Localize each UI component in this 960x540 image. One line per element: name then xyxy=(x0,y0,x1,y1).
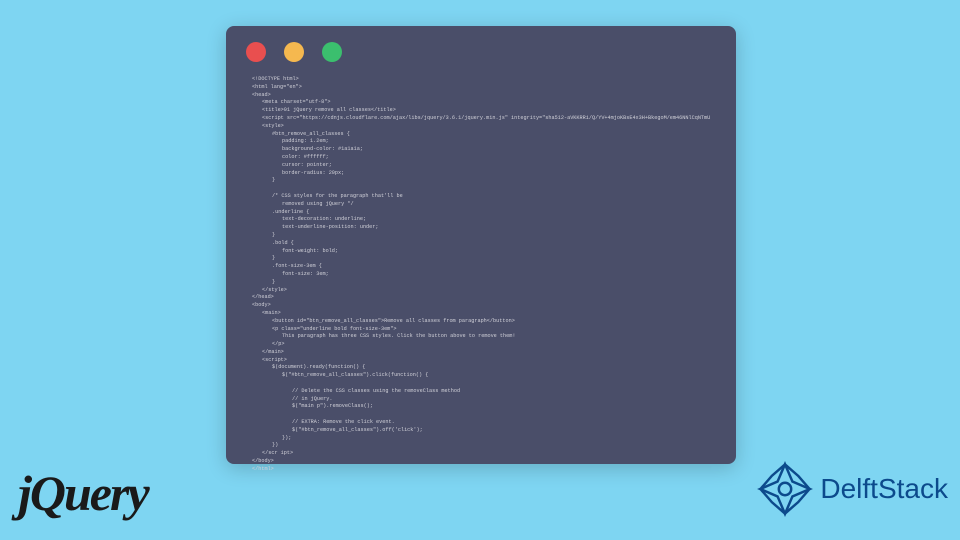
code-line: text-underline-position: under; xyxy=(252,224,710,232)
code-editor-window: <!DOCTYPE html><html lang="en"><head><me… xyxy=(226,26,736,464)
code-line xyxy=(252,380,710,388)
code-line: /* CSS styles for the paragraph that'll … xyxy=(252,193,710,201)
code-line: <!DOCTYPE html> xyxy=(252,76,710,84)
code-line: <main> xyxy=(252,310,710,318)
code-line: text-decoration: underline; xyxy=(252,216,710,224)
code-line: <button id="btn_remove_all_classes">Remo… xyxy=(252,318,710,326)
maximize-button[interactable] xyxy=(322,42,342,62)
star-icon xyxy=(754,458,816,520)
code-line: $(document).ready(function() { xyxy=(252,364,710,372)
jquery-logo: jQuery xyxy=(18,464,148,522)
code-line: border-radius: 20px; xyxy=(252,170,710,178)
code-line: // EXTRA: Remove the click event. xyxy=(252,419,710,427)
code-line: }); xyxy=(252,435,710,443)
delftstack-text: DelftStack xyxy=(820,473,948,505)
code-line: <style> xyxy=(252,123,710,131)
code-line: } xyxy=(252,255,710,263)
code-line: <p class="underline bold font-size-3em"> xyxy=(252,326,710,334)
code-line: $("#btn_remove_all_classes").click(funct… xyxy=(252,372,710,380)
code-line: </main> xyxy=(252,349,710,357)
code-line: <body> xyxy=(252,302,710,310)
code-line: .underline { xyxy=(252,209,710,217)
code-line: } xyxy=(252,279,710,287)
code-line: font-weight: bold; xyxy=(252,248,710,256)
code-line: $("main p").removeClass(); xyxy=(252,403,710,411)
code-line: <script src="https://cdnjs.cloudflare.co… xyxy=(252,115,710,123)
code-line: <head> xyxy=(252,92,710,100)
code-line: .font-size-3em { xyxy=(252,263,710,271)
code-line: } xyxy=(252,177,710,185)
code-line: .bold { xyxy=(252,240,710,248)
code-line: This paragraph has three CSS styles. Cli… xyxy=(252,333,710,341)
code-line: // Delete the CSS classes using the remo… xyxy=(252,388,710,396)
code-line: color: #ffffff; xyxy=(252,154,710,162)
code-line: <title>01 jQuery remove all classes</tit… xyxy=(252,107,710,115)
code-line: </scr ipt> xyxy=(252,450,710,458)
code-line: $("#btn_remove_all_classes").off('click'… xyxy=(252,427,710,435)
code-line xyxy=(252,411,710,419)
minimize-button[interactable] xyxy=(284,42,304,62)
code-line: background-color: #1a1a1a; xyxy=(252,146,710,154)
delftstack-logo: DelftStack xyxy=(754,458,948,520)
code-line: <meta charset="utf-8"> xyxy=(252,99,710,107)
code-line: font-size: 3em; xyxy=(252,271,710,279)
code-line: removed using jQuery */ xyxy=(252,201,710,209)
code-line: </body> xyxy=(252,458,710,466)
close-button[interactable] xyxy=(246,42,266,62)
code-line: }) xyxy=(252,442,710,450)
code-line: </style> xyxy=(252,287,710,295)
code-line: </p> xyxy=(252,341,710,349)
code-line: <script> xyxy=(252,357,710,365)
code-line: } xyxy=(252,232,710,240)
code-line: #btn_remove_all_classes { xyxy=(252,131,710,139)
window-controls xyxy=(226,26,736,72)
code-line: cursor: pointer; xyxy=(252,162,710,170)
code-line: <html lang="en"> xyxy=(252,84,710,92)
code-line xyxy=(252,185,710,193)
code-content: <!DOCTYPE html><html lang="en"><head><me… xyxy=(226,72,736,484)
code-line: padding: 1.2em; xyxy=(252,138,710,146)
code-line: </head> xyxy=(252,294,710,302)
code-line: // in jQuery. xyxy=(252,396,710,404)
code-line: </html> xyxy=(252,466,710,474)
